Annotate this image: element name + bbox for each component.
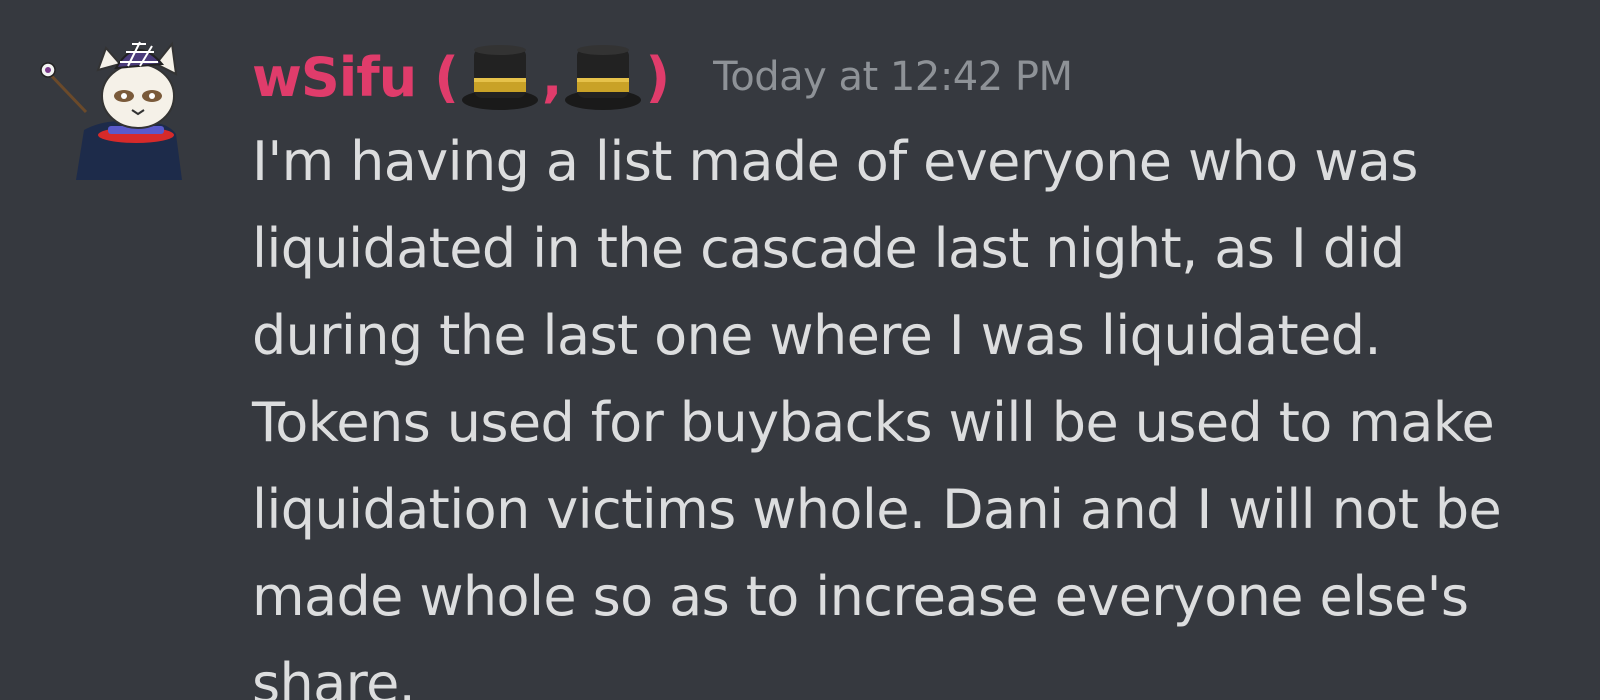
message-line: liquidation victims whole. Dani and I wi… <box>252 478 1502 541</box>
message-line: liquidated in the cascade last night, as… <box>252 217 1405 280</box>
message-line: made whole so as to increase everyone el… <box>252 565 1469 628</box>
message-timestamp[interactable]: Today at 12:42 PM <box>713 54 1073 100</box>
message-line: I'm having a list made of everyone who w… <box>252 130 1418 193</box>
message-line: during the last one where I was liquidat… <box>252 304 1382 367</box>
message-content: I'm having a list made of everyone who w… <box>252 118 1582 700</box>
message-line: share. <box>252 652 416 700</box>
username[interactable]: wSifu ( ,) <box>252 42 670 112</box>
top-hat-icon <box>460 42 540 112</box>
user-avatar[interactable] <box>36 30 196 180</box>
open-paren: ( <box>434 45 459 109</box>
message-header: wSifu ( ,) Today at 12:42 PM <box>252 42 1073 112</box>
close-paren: ) <box>645 45 670 109</box>
chat-message: wSifu ( ,) Today at 12:42 PM I'm having… <box>0 0 1600 700</box>
top-hat-icon <box>563 42 643 112</box>
cat-chef-avatar-icon <box>40 41 182 180</box>
badge-separator: , <box>541 45 562 109</box>
username-text[interactable]: wSifu <box>252 46 417 109</box>
message-line: Tokens used for buybacks will be used to… <box>252 391 1495 454</box>
